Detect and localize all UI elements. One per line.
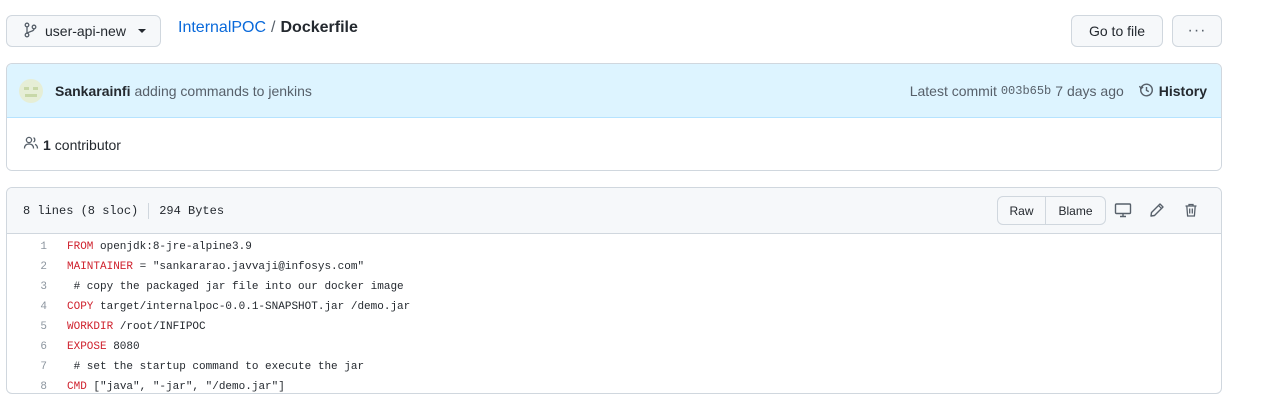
repo-link[interactable]: InternalPOC <box>178 18 266 38</box>
contributor-label: contributor <box>54 136 121 153</box>
code-text: # copy the packaged jar file into our do… <box>67 281 404 293</box>
line-number[interactable]: 7 <box>7 361 47 373</box>
file-header: 8 lines (8 sloc) 294 Bytes Raw Blame <box>7 188 1221 234</box>
latest-commit-row: Sankarainfi adding commands to jenkins L… <box>7 64 1221 118</box>
line-content: FROM openjdk:8-jre-alpine3.9 <box>47 241 252 253</box>
branch-name: user-api-new <box>45 23 126 39</box>
line-content: EXPOSE 8080 <box>47 341 140 353</box>
history-icon <box>1138 82 1154 101</box>
code-view: 1 FROM openjdk:8-jre-alpine3.9 2 MAINTAI… <box>7 234 1221 393</box>
code-text: target/internalpoc-0.0.1-SNAPSHOT.jar /d… <box>93 301 411 313</box>
file-lines-info: 8 lines (8 sloc) <box>23 203 139 218</box>
file-viewer: 8 lines (8 sloc) 294 Bytes Raw Blame 1 F… <box>6 187 1222 394</box>
more-options-button[interactable]: ··· <box>1172 15 1222 47</box>
history-link[interactable]: History <box>1138 82 1207 101</box>
commit-message[interactable]: adding commands to jenkins <box>134 83 311 99</box>
code-text: ["java", "-jar", "/demo.jar"] <box>86 381 285 393</box>
raw-button[interactable]: Raw <box>998 197 1046 224</box>
keyword: WORKDIR <box>67 321 114 333</box>
code-text: = "sankararao.javvaji@infosys.com" <box>133 261 365 273</box>
line-content: # set the startup command to execute the… <box>47 361 364 373</box>
contributor-count: 1 <box>43 136 51 153</box>
keyword: EXPOSE <box>67 341 107 353</box>
latest-commit-label: Latest commit <box>909 83 997 99</box>
breadcrumb: InternalPOC / Dockerfile <box>178 18 358 38</box>
file-actions <box>1113 200 1201 220</box>
git-branch-icon <box>23 22 37 41</box>
keyword: FROM <box>67 241 94 253</box>
keyword: COPY <box>67 301 94 313</box>
commit-meta: Latest commit 003b65b 7 days ago History <box>910 64 1221 118</box>
keyword: CMD <box>67 381 87 393</box>
code-text: 8080 <box>106 341 140 353</box>
commit-age: 7 days ago <box>1055 83 1124 99</box>
code-line: 7 # set the startup command to execute t… <box>7 357 1221 377</box>
code-text: openjdk:8-jre-alpine3.9 <box>93 241 252 253</box>
code-line: 1 FROM openjdk:8-jre-alpine3.9 <box>7 237 1221 257</box>
code-line: 3 # copy the packaged jar file into our … <box>7 277 1221 297</box>
line-content: WORKDIR /root/INFIPOC <box>47 321 206 333</box>
blame-button[interactable]: Blame <box>1046 197 1105 224</box>
code-line: 8 CMD ["java", "-jar", "/demo.jar"] <box>7 377 1221 393</box>
line-content: CMD ["java", "-jar", "/demo.jar"] <box>47 381 285 393</box>
code-text: # set the startup command to execute the… <box>67 361 365 373</box>
chevron-down-icon <box>137 29 146 33</box>
line-content: COPY target/internalpoc-0.0.1-SNAPSHOT.j… <box>47 301 410 313</box>
code-line: 4 COPY target/internalpoc-0.0.1-SNAPSHOT… <box>7 297 1221 317</box>
line-number[interactable]: 8 <box>7 381 47 393</box>
commit-sha[interactable]: 003b65b <box>1001 84 1051 98</box>
code-line: 5 WORKDIR /root/INFIPOC <box>7 317 1221 337</box>
code-line: 2 MAINTAINER = "sankararao.javvaji@infos… <box>7 257 1221 277</box>
go-to-file-button[interactable]: Go to file <box>1071 15 1163 47</box>
keyword: MAINTAINER <box>67 261 134 273</box>
line-number[interactable]: 5 <box>7 321 47 333</box>
pencil-icon[interactable] <box>1147 200 1167 220</box>
line-content: # copy the packaged jar file into our do… <box>47 281 404 293</box>
commit-info-box: Sankarainfi adding commands to jenkins L… <box>6 63 1222 171</box>
branch-selector[interactable]: user-api-new <box>6 15 161 47</box>
trash-icon[interactable] <box>1181 200 1201 220</box>
code-text: /root/INFIPOC <box>113 321 206 333</box>
avatar[interactable] <box>19 78 43 103</box>
breadcrumb-separator: / <box>271 19 276 36</box>
line-number[interactable]: 1 <box>7 241 47 253</box>
line-number[interactable]: 2 <box>7 261 47 273</box>
history-label: History <box>1158 83 1207 99</box>
line-number[interactable]: 4 <box>7 301 47 313</box>
raw-blame-group: Raw Blame <box>997 196 1106 225</box>
contributors-row[interactable]: 1 contributor <box>7 118 1221 170</box>
file-size: 294 Bytes <box>159 203 225 218</box>
people-icon <box>23 135 39 154</box>
line-content: MAINTAINER = "sankararao.javvaji@infosys… <box>47 261 364 273</box>
code-line: 6 EXPOSE 8080 <box>7 337 1221 357</box>
header-divider <box>148 202 150 219</box>
kebab-horizontal-icon: ··· <box>1187 22 1207 39</box>
desktop-icon[interactable] <box>1113 200 1133 220</box>
commit-author[interactable]: Sankarainfi <box>55 83 130 99</box>
file-name: Dockerfile <box>280 19 358 36</box>
line-number[interactable]: 6 <box>7 341 47 353</box>
line-number[interactable]: 3 <box>7 281 47 293</box>
